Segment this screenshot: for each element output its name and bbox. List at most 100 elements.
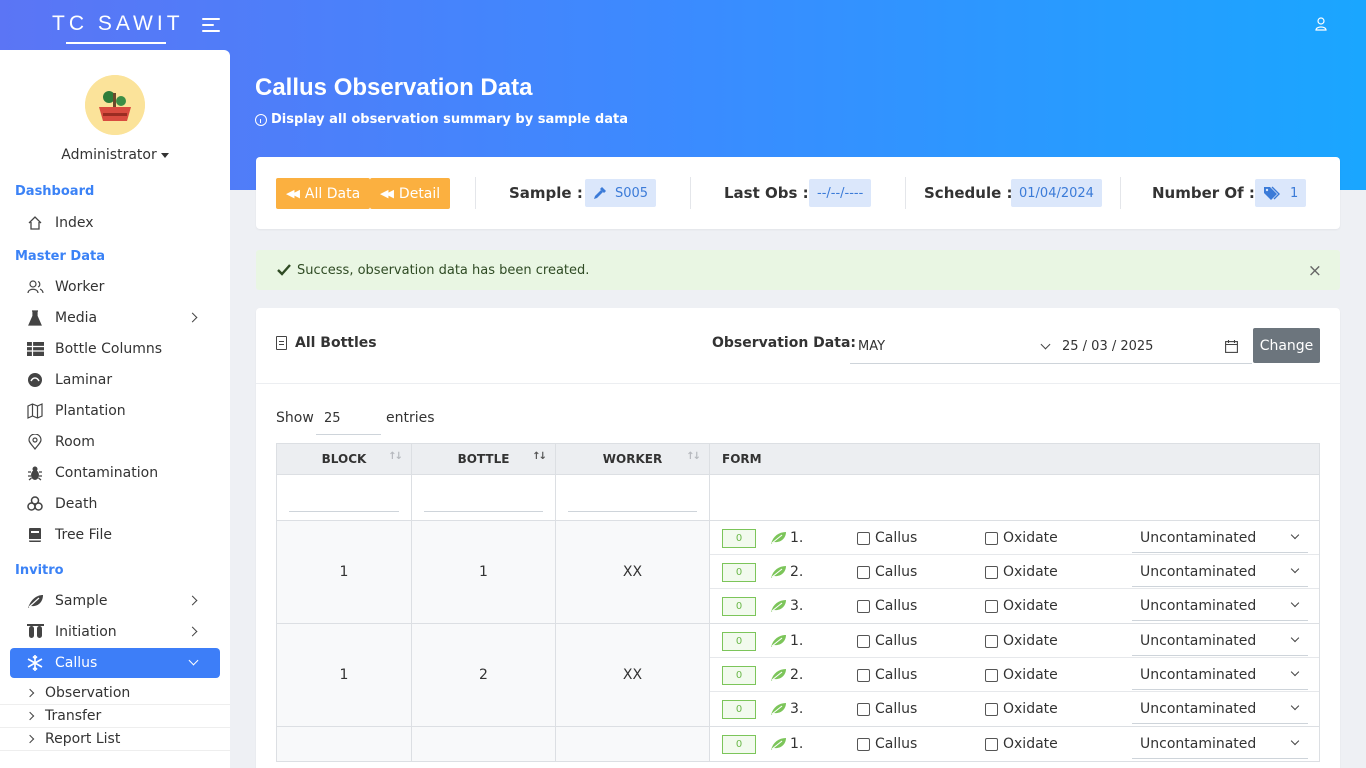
chevron-down-icon bbox=[188, 655, 199, 666]
callus-checkbox[interactable] bbox=[857, 566, 870, 579]
callus-label: Callus bbox=[875, 530, 918, 546]
callus-checkbox[interactable] bbox=[857, 669, 870, 682]
oxidate-checkbox[interactable] bbox=[985, 703, 998, 716]
contamination-select[interactable]: Uncontaminated bbox=[1132, 694, 1308, 724]
explant-number: 1. bbox=[790, 736, 804, 752]
oxidate-checkbox[interactable] bbox=[985, 635, 998, 648]
sidebar-subitem-transfer[interactable]: Transfer bbox=[0, 705, 230, 728]
brand-logo[interactable]: TC SAWIT bbox=[52, 12, 184, 44]
chevron-down-icon bbox=[1290, 564, 1300, 574]
sidebar-item-worker[interactable]: Worker bbox=[0, 272, 230, 302]
chevron-right-icon bbox=[187, 595, 198, 606]
avatar[interactable] bbox=[85, 75, 145, 135]
month-select[interactable]: MAY bbox=[850, 329, 1057, 364]
bottle-cell: 1 bbox=[411, 520, 556, 624]
snowflake-icon bbox=[26, 654, 44, 672]
explant-count-input[interactable]: 0 bbox=[722, 632, 756, 651]
form-cell: 0 1. Callus Oxidate Uncontaminated 0 2. Callus O… bbox=[709, 520, 1320, 624]
biohazard-icon bbox=[26, 495, 44, 513]
contamination-select[interactable]: Uncontaminated bbox=[1132, 660, 1308, 690]
oxidate-checkbox[interactable] bbox=[985, 566, 998, 579]
section-master-data: Master Data bbox=[15, 249, 105, 264]
explant-count-input[interactable]: 0 bbox=[722, 700, 756, 719]
oxidate-checkbox[interactable] bbox=[985, 669, 998, 682]
column-header-form: FORM bbox=[709, 443, 1320, 475]
menu-toggle-icon[interactable] bbox=[202, 17, 220, 33]
explant-count-input[interactable]: 0 bbox=[722, 735, 756, 754]
sidebar-item-callus[interactable]: Callus bbox=[10, 648, 220, 678]
oxidate-label: Oxidate bbox=[1003, 736, 1058, 752]
sidebar-item-room[interactable]: Room bbox=[0, 427, 230, 457]
users-icon bbox=[26, 278, 44, 296]
form-filter-cell bbox=[709, 474, 1320, 521]
oxidate-checkbox[interactable] bbox=[985, 738, 998, 751]
callus-checkbox[interactable] bbox=[857, 532, 870, 545]
sidebar-item-sample[interactable]: Sample bbox=[0, 586, 230, 616]
leaf-icon bbox=[770, 599, 787, 613]
callus-checkbox[interactable] bbox=[857, 635, 870, 648]
backward-icon: ◀◀ bbox=[286, 187, 300, 200]
callus-checkbox[interactable] bbox=[857, 600, 870, 613]
block-filter-input[interactable] bbox=[276, 474, 412, 521]
worker-filter-input[interactable] bbox=[555, 474, 710, 521]
worker-cell: XX bbox=[555, 623, 710, 727]
explant-number: 1. bbox=[790, 530, 804, 546]
home-icon bbox=[26, 214, 44, 232]
callus-label: Callus bbox=[875, 633, 918, 649]
sidebar-item-bottle-columns[interactable]: Bottle Columns bbox=[0, 334, 230, 364]
leaf-icon bbox=[770, 634, 787, 648]
contamination-select[interactable]: Uncontaminated bbox=[1132, 557, 1308, 587]
detail-button[interactable]: ◀◀ Detail bbox=[370, 178, 451, 209]
sidebar-item-tree-file[interactable]: Tree File bbox=[0, 520, 230, 550]
column-header-bottle[interactable]: BOTTLE ↑↓ bbox=[411, 443, 556, 475]
bottles-title: All Bottles bbox=[276, 335, 377, 351]
sidebar-item-laminar[interactable]: Laminar bbox=[0, 365, 230, 395]
user-icon[interactable] bbox=[1313, 16, 1329, 32]
tags-icon bbox=[1264, 186, 1280, 200]
explant-count-input[interactable]: 0 bbox=[722, 666, 756, 685]
change-button[interactable]: Change bbox=[1253, 328, 1320, 363]
observation-date-input[interactable]: 25 / 03 / 2025 bbox=[1054, 329, 1252, 364]
oxidate-checkbox[interactable] bbox=[985, 532, 998, 545]
sidebar-item-index[interactable]: Index bbox=[0, 208, 230, 238]
test-tubes-icon bbox=[26, 623, 44, 641]
bottle-cell: 2 bbox=[411, 623, 556, 727]
callus-checkbox[interactable] bbox=[857, 738, 870, 751]
contamination-select[interactable]: Uncontaminated bbox=[1132, 729, 1308, 759]
explant-count-input[interactable]: 0 bbox=[722, 597, 756, 616]
contamination-select[interactable]: Uncontaminated bbox=[1132, 626, 1308, 656]
chevron-down-icon bbox=[1290, 667, 1300, 677]
sidebar-subitem-observation[interactable]: Observation bbox=[0, 682, 230, 705]
column-header-worker[interactable]: WORKER ↑↓ bbox=[555, 443, 710, 475]
contamination-select[interactable]: Uncontaminated bbox=[1132, 523, 1308, 553]
chevron-down-icon bbox=[1040, 339, 1051, 350]
alert-message: Success, observation data has been creat… bbox=[297, 262, 590, 278]
sort-asc-icon: ↑↓ bbox=[532, 451, 547, 462]
callus-checkbox[interactable] bbox=[857, 703, 870, 716]
bottle-filter-input[interactable] bbox=[411, 474, 556, 521]
calendar-icon[interactable] bbox=[1225, 340, 1238, 353]
entries-select[interactable]: 25 bbox=[316, 403, 381, 435]
close-icon[interactable]: × bbox=[1308, 261, 1322, 281]
bug-icon bbox=[26, 464, 44, 482]
sidebar-item-death[interactable]: Death bbox=[0, 489, 230, 519]
oxidate-checkbox[interactable] bbox=[985, 600, 998, 613]
sidebar-item-initiation[interactable]: Initiation bbox=[0, 617, 230, 647]
form-cell: 0 1. Callus Oxidate Uncontaminated 0 2. Callus O… bbox=[709, 623, 1320, 727]
explant-count-input[interactable]: 0 bbox=[722, 529, 756, 548]
document-icon bbox=[276, 336, 287, 350]
sidebar-item-plantation[interactable]: Plantation bbox=[0, 396, 230, 426]
all-data-button[interactable]: ◀◀ All Data bbox=[276, 178, 371, 209]
explant-line: 0 2. Callus Oxidate Uncontaminated bbox=[710, 658, 1319, 692]
bottles-card: All Bottles Observation Data: MAY 25 / 0… bbox=[256, 308, 1340, 768]
sidebar-item-media[interactable]: Media bbox=[0, 303, 230, 333]
explant-line: 0 1. Callus Oxidate Uncontaminated bbox=[710, 727, 1319, 761]
leaf-icon bbox=[770, 668, 787, 682]
user-menu[interactable]: Administrator bbox=[0, 147, 230, 163]
sidebar-subitem-report-list[interactable]: Report List bbox=[0, 728, 230, 751]
explant-count-input[interactable]: 0 bbox=[722, 563, 756, 582]
sidebar-item-contamination[interactable]: Contamination bbox=[0, 458, 230, 488]
column-header-block[interactable]: BLOCK ↑↓ bbox=[276, 443, 412, 475]
book-icon bbox=[26, 526, 44, 544]
contamination-select[interactable]: Uncontaminated bbox=[1132, 591, 1308, 621]
